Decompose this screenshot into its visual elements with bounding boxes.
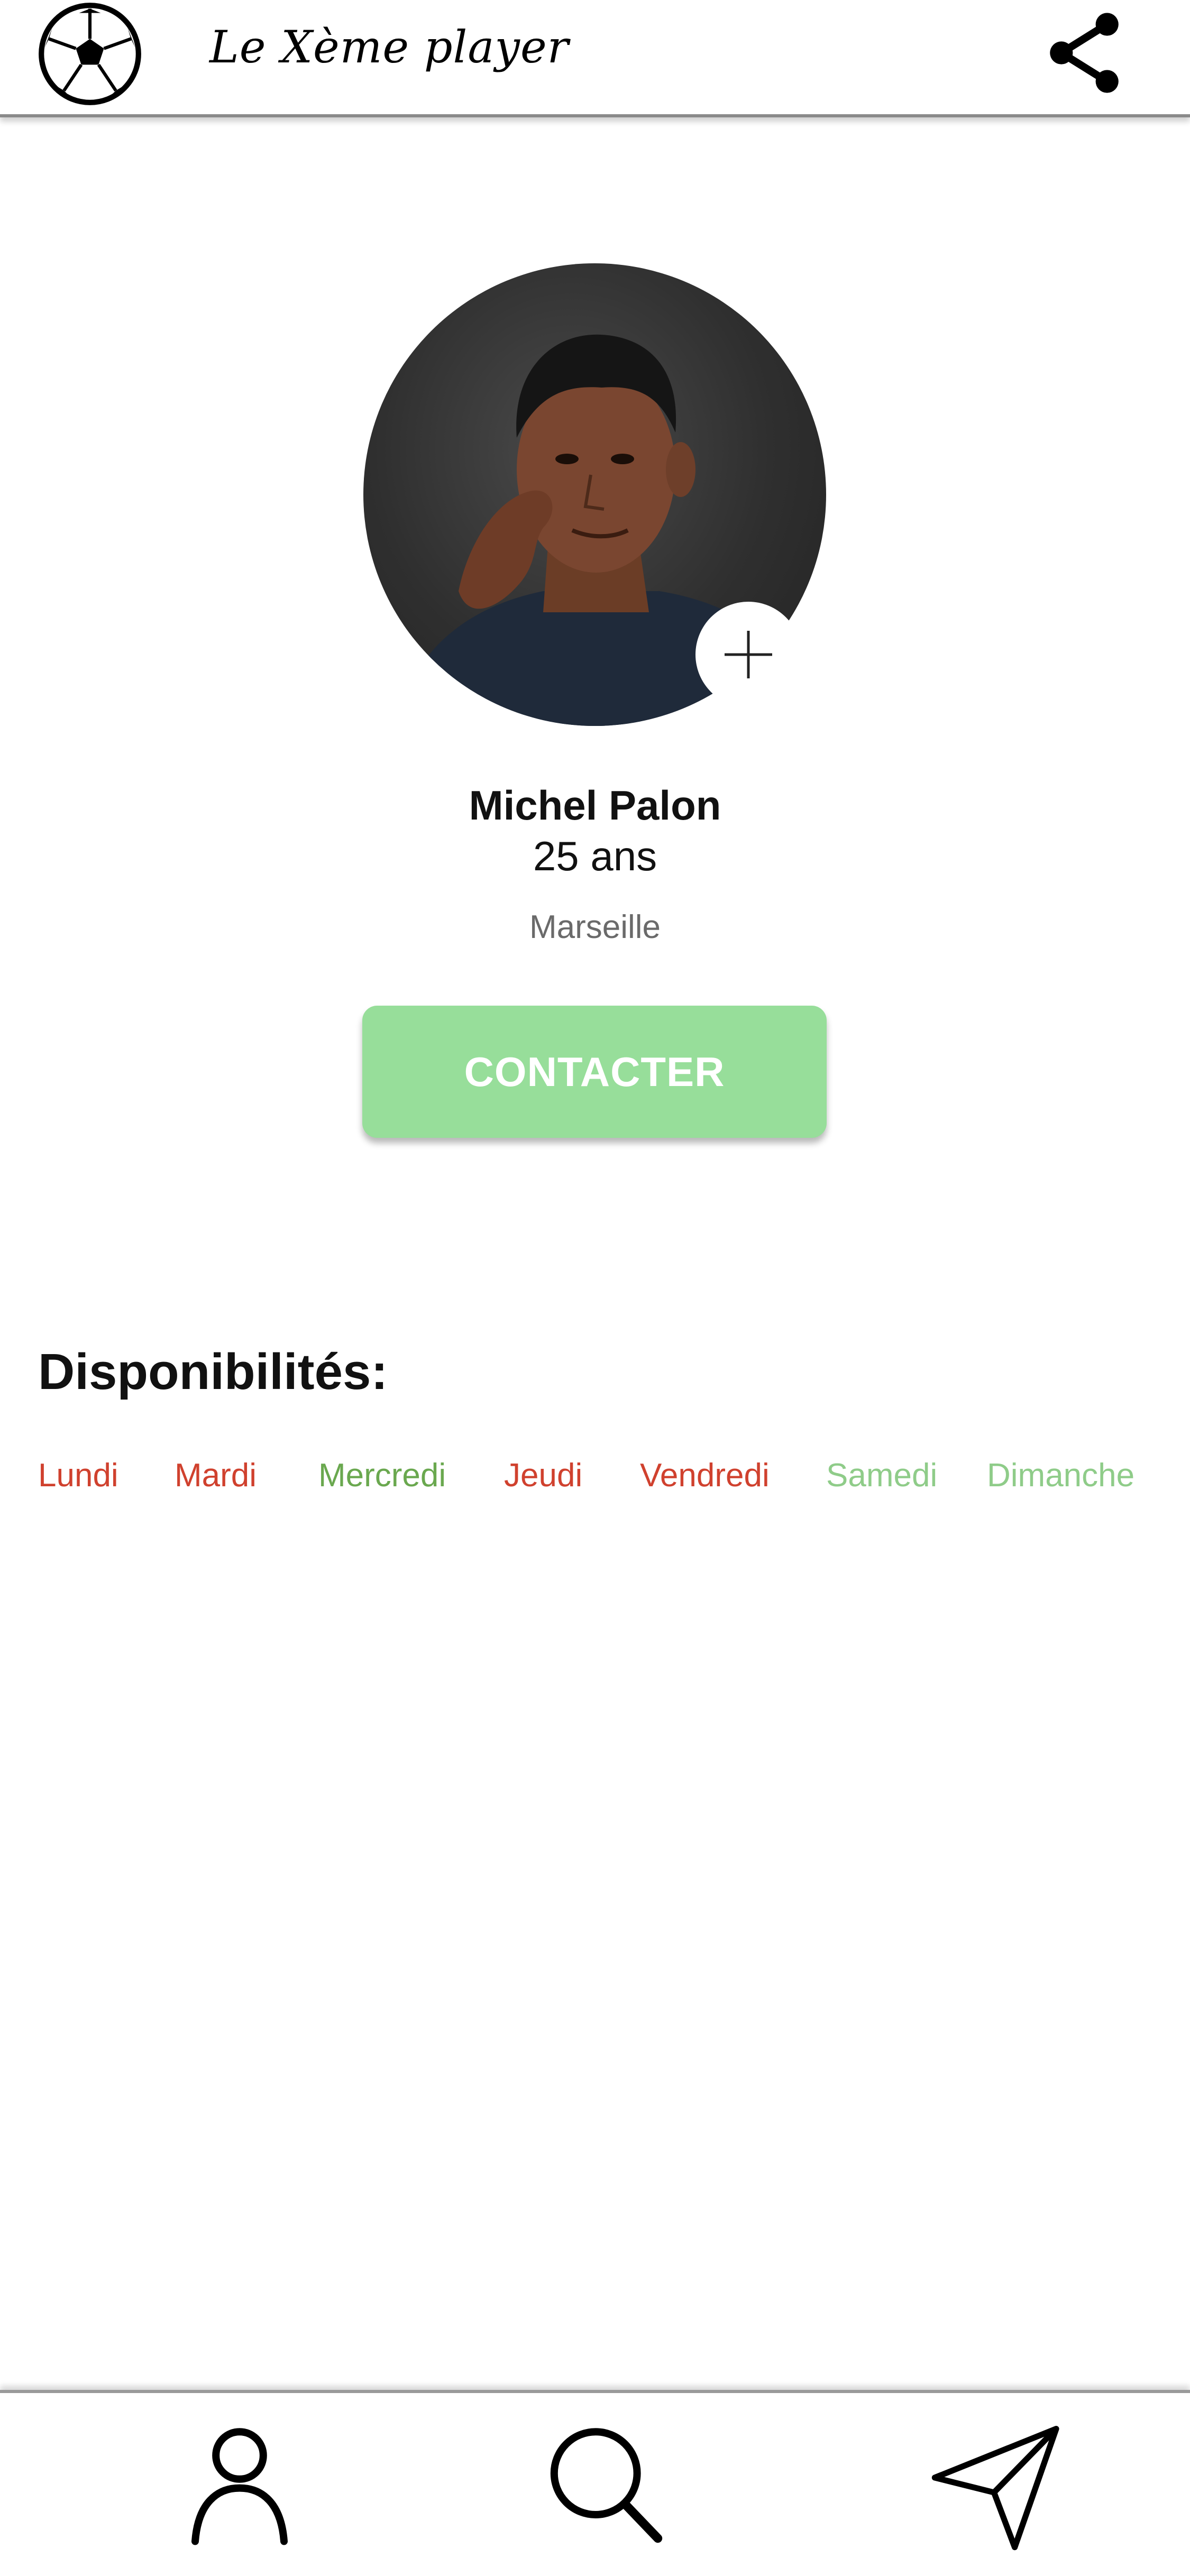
app-header: Le Xème player (0, 0, 1190, 117)
day-mardi: Mardi (175, 1457, 257, 1494)
share-icon[interactable] (1037, 5, 1132, 100)
day-jeudi: Jeudi (504, 1457, 583, 1494)
day-mercredi: Mercredi (318, 1457, 446, 1494)
app-title: Le Xème player (209, 21, 569, 73)
contact-button[interactable]: CONTACTER (362, 1006, 827, 1138)
soccer-ball-icon (39, 3, 141, 105)
player-age: 25 ans (533, 833, 657, 879)
player-name: Michel Palon (469, 782, 721, 829)
search-icon[interactable] (530, 2411, 679, 2559)
day-vendredi: Vendredi (640, 1457, 770, 1494)
day-samedi: Samedi (826, 1457, 938, 1494)
add-photo-button[interactable] (695, 602, 801, 707)
profile-screen: Le Xème player Michel Palon 25 ans Marse… (0, 0, 1190, 2576)
plus-icon (725, 631, 772, 678)
availability-title: Disponibilités: (38, 1344, 388, 1400)
day-dimanche: Dimanche (987, 1457, 1135, 1494)
user-icon[interactable] (166, 2411, 314, 2559)
send-icon[interactable] (923, 2411, 1071, 2559)
day-lundi: Lundi (38, 1457, 118, 1494)
player-city: Marseille (529, 909, 661, 945)
